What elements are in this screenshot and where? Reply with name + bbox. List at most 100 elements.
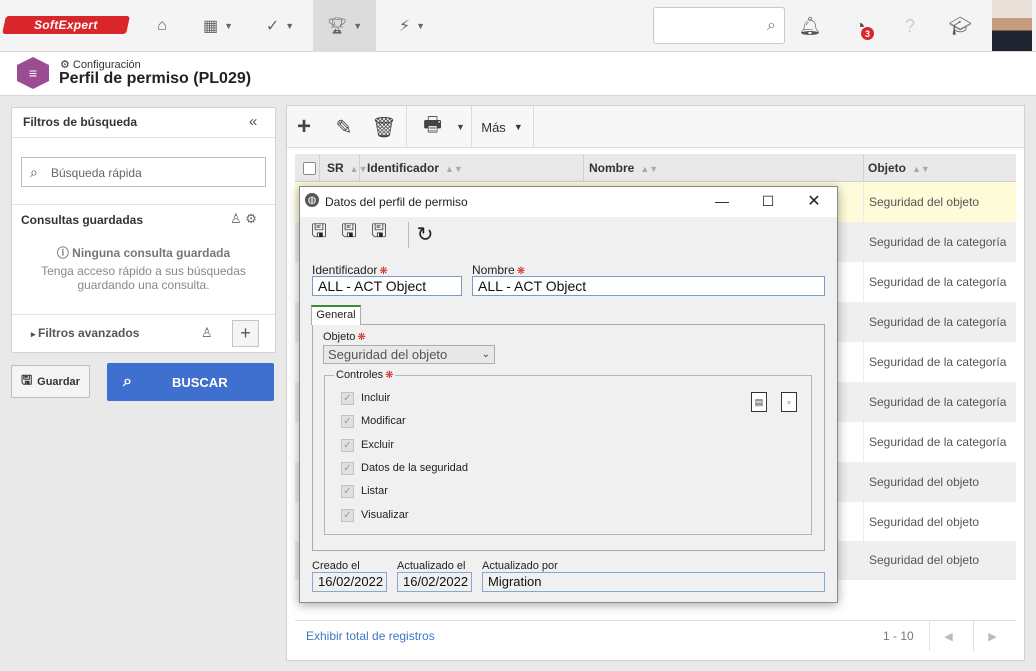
checkbox-disabled: ✓: [341, 391, 354, 405]
save-button[interactable]: 🖫: [338, 221, 360, 246]
object-cell: Seguridad del objeto: [863, 541, 1016, 580]
divider: [12, 204, 275, 205]
close-button[interactable]: ✕: [791, 187, 837, 215]
search-filters-panel: [11, 107, 276, 353]
edit-button[interactable]: ✎: [330, 106, 358, 148]
tasks-menu-button[interactable]: ✓ ▼: [254, 0, 306, 52]
object-cell: Seguridad del objeto: [863, 462, 1016, 502]
object-cell: Seguridad de la categoría: [863, 222, 1016, 262]
sort-icon: ▲▼: [912, 164, 930, 174]
global-search-input[interactable]: ⌕: [653, 7, 785, 44]
object-select[interactable]: Seguridad del objeto ⌄: [323, 345, 495, 364]
sort-icon: ▲▼: [640, 164, 659, 174]
checkbox-disabled: ✓: [341, 484, 354, 498]
quick-search-input[interactable]: ⌕ Búsqueda rápida: [21, 157, 266, 187]
floppy-plus-icon: 🖫: [311, 221, 327, 241]
dashboard-menu-button[interactable]: ▦ ▼: [192, 0, 244, 52]
quick-search-placeholder: Búsqueda rápida: [51, 166, 142, 180]
add-button[interactable]: +: [290, 106, 318, 148]
divider: [12, 314, 275, 315]
deselect-all-doc-icon[interactable]: ▫: [781, 392, 797, 412]
help-icon: ?: [904, 15, 915, 36]
home-button[interactable]: ⌂: [140, 0, 184, 52]
previous-page-button[interactable]: ◀: [929, 621, 967, 651]
divider: [583, 154, 584, 182]
name-input[interactable]: ALL - ACT Object: [472, 276, 825, 296]
chevron-down-icon: ▼: [455, 122, 465, 132]
updated-by-value: Migration: [482, 572, 825, 592]
identifier-label: Identificador ❋: [312, 263, 388, 277]
training-button[interactable]: 🎓︎: [948, 14, 972, 38]
notifications-button[interactable]: 🔔︎: [798, 14, 822, 38]
brand-logo[interactable]: SoftExpert: [2, 16, 130, 34]
column-identifier[interactable]: Identificador ▲▼: [367, 154, 463, 182]
show-total-link[interactable]: Exhibir total de registros: [306, 629, 435, 643]
updated-by-label: Actualizado por: [482, 560, 558, 572]
object-cell: Seguridad de la categoría: [863, 382, 1016, 422]
save-query-button[interactable]: 🖫 Guardar: [11, 365, 90, 398]
search-icon: ⌕: [123, 373, 132, 390]
chevron-right-icon: ▶: [988, 630, 997, 643]
collapse-panel-icon[interactable]: «: [249, 113, 257, 130]
maximize-icon: ☐: [761, 192, 775, 209]
checkbox-disabled: ✓: [341, 414, 354, 428]
checkbox-disabled: ✓: [341, 461, 354, 475]
chevron-right-icon: ▸: [31, 329, 39, 339]
object-cell: Seguridad del objeto: [863, 502, 1016, 542]
globe-icon: ◍: [305, 193, 319, 207]
grid-icon: ▦: [202, 18, 219, 35]
minimize-button[interactable]: —: [699, 187, 745, 215]
object-label: Objeto ❋: [323, 331, 366, 343]
advanced-filters-toggle[interactable]: ▸ Filtros avanzados: [31, 326, 139, 340]
divider: [863, 154, 864, 182]
divider: [408, 222, 409, 248]
chevron-down-icon: ⌄: [481, 349, 490, 360]
column-name[interactable]: Nombre ▲▼: [589, 154, 658, 182]
save-and-new-button[interactable]: 🖫: [308, 221, 330, 246]
print-menu-button[interactable]: 🖶 ▼: [418, 106, 470, 148]
broom-icon[interactable]: ♙: [201, 325, 213, 341]
maximize-button[interactable]: ☐: [745, 187, 791, 215]
next-page-button[interactable]: ▶: [973, 621, 1011, 651]
notification-badge: 3: [861, 27, 874, 40]
chevron-down-icon: ▼: [285, 21, 295, 31]
controls-label: Controles ❋: [334, 369, 396, 381]
search-icon: ⌕: [30, 164, 38, 180]
save-and-close-button[interactable]: 🖫: [368, 221, 390, 246]
control-view: ✓ Visualizar: [341, 507, 409, 523]
printer-icon: 🖶: [423, 114, 442, 136]
select-all-doc-icon[interactable]: ▤: [751, 392, 767, 412]
column-sr[interactable]: SR▲▼: [327, 154, 368, 182]
chevron-down-icon: ▼: [224, 21, 234, 31]
add-filter-button[interactable]: +: [232, 320, 259, 347]
control-modify: ✓ Modificar: [341, 413, 406, 429]
created-label: Creado el: [312, 560, 360, 572]
refresh-button[interactable]: ↻: [414, 222, 436, 246]
trophy-icon: 🏆︎: [326, 18, 348, 35]
trophy-menu-button[interactable]: 🏆︎ ▼: [313, 0, 376, 52]
dialog-title: Datos del perfil de permiso: [325, 195, 468, 209]
user-avatar[interactable]: [992, 0, 1032, 51]
more-menu-button[interactable]: Más ▼: [471, 106, 534, 148]
page-title: Perfil de permiso (PL029): [59, 70, 252, 87]
tab-general[interactable]: General: [311, 305, 361, 325]
lightning-icon: ⚡︎: [398, 18, 411, 35]
required-icon: ❋: [385, 370, 394, 381]
divider: [406, 106, 407, 148]
select-all-checkbox[interactable]: [303, 162, 316, 175]
filters-title: Filtros de búsqueda: [23, 115, 138, 129]
quick-actions-menu-button[interactable]: ⚡︎ ▼: [386, 0, 438, 52]
search-button[interactable]: ⌕ BUSCAR: [107, 363, 274, 401]
trash-icon: 🗑︎: [371, 116, 397, 139]
delete-button[interactable]: 🗑︎: [370, 106, 398, 148]
minimize-icon: —: [715, 193, 729, 209]
column-object[interactable]: Objeto ▲▼: [868, 154, 930, 182]
object-cell: Seguridad de la categoría: [863, 422, 1016, 462]
graduation-cap-icon: 🎓︎: [948, 15, 972, 36]
identifier-input[interactable]: ALL - ACT Object: [312, 276, 462, 296]
pencil-icon: ✎: [335, 116, 353, 139]
broom-icon[interactable]: ♙: [230, 211, 242, 226]
divider: [319, 154, 320, 182]
help-button[interactable]: ?: [898, 14, 922, 38]
gear-icon[interactable]: ⚙: [245, 211, 257, 226]
